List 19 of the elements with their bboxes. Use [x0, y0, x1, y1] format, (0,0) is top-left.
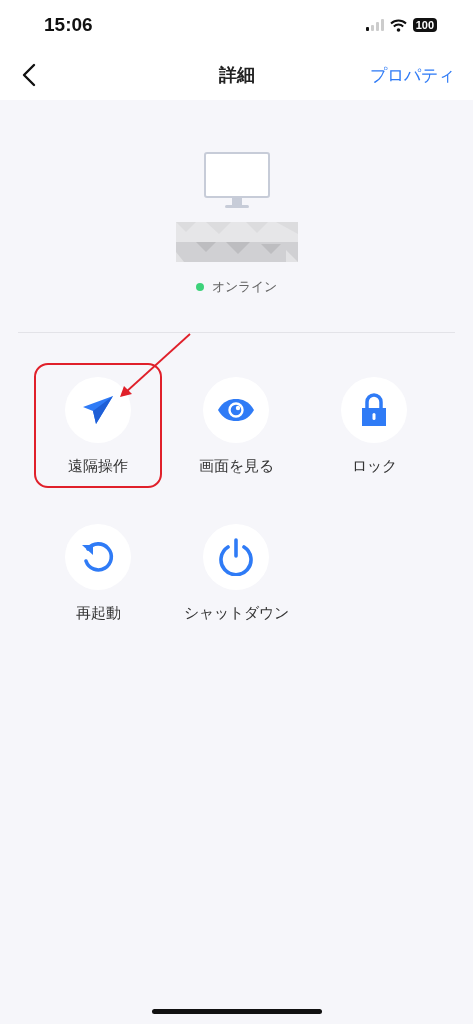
signal-icon	[365, 19, 384, 31]
page-title: 詳細	[217, 63, 256, 87]
action-button[interactable]: 再起動	[34, 510, 162, 635]
restart-icon	[80, 540, 116, 574]
wifi-icon	[389, 18, 407, 32]
action-button[interactable]: シャットダウン	[172, 510, 300, 635]
monitor-icon	[203, 152, 270, 210]
action-button[interactable]: 画面を見る	[172, 363, 300, 488]
battery-level: 100	[412, 18, 437, 32]
paper-plane-icon	[82, 395, 114, 425]
eye-icon	[217, 398, 255, 422]
online-status: オンライン	[212, 278, 277, 296]
lock-icon	[361, 393, 387, 427]
power-icon	[218, 538, 254, 576]
back-icon[interactable]	[22, 63, 36, 87]
highlighted-action[interactable]: 遠隔操作	[34, 363, 162, 488]
status-time: 15:06	[44, 14, 93, 36]
properties-link[interactable]: プロパティ	[370, 63, 455, 87]
action-button[interactable]: ロック	[310, 363, 438, 488]
